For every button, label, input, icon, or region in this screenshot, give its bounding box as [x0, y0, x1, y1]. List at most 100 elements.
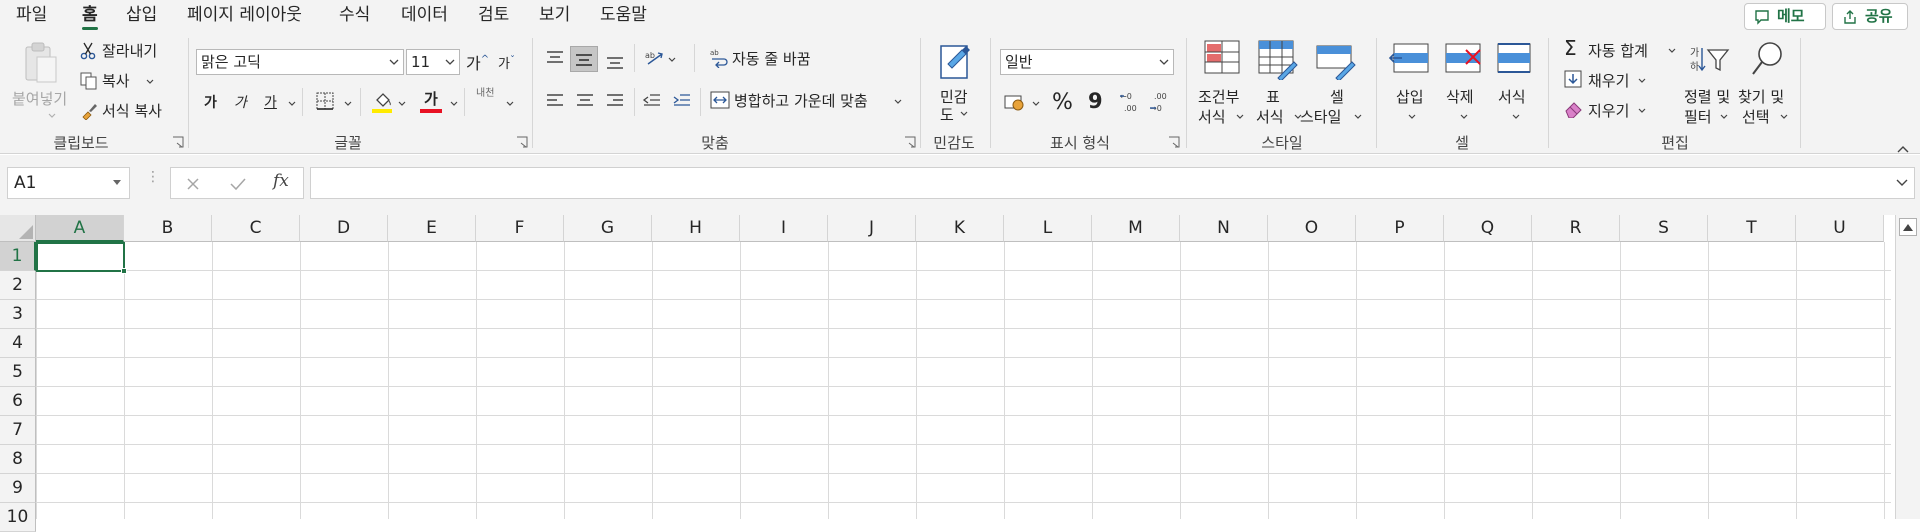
underline-button[interactable]: 가: [264, 92, 277, 112]
chevron-down-icon[interactable]: [288, 100, 296, 108]
chevron-down-icon[interactable]: [344, 100, 352, 108]
column-header-q[interactable]: Q: [1444, 215, 1532, 242]
wrap-text-button[interactable]: ab 자동 줄 바꿈: [708, 46, 828, 70]
paste-button[interactable]: 붙여넣기: [10, 38, 70, 118]
format-painter-button[interactable]: 서식 복사: [80, 100, 172, 122]
align-left-icon[interactable]: [545, 92, 565, 110]
chevron-down-icon[interactable]: [668, 56, 676, 64]
column-header-e[interactable]: E: [388, 215, 476, 242]
row-header-7[interactable]: 7: [0, 416, 36, 445]
column-header-p[interactable]: P: [1356, 215, 1444, 242]
vertical-scrollbar[interactable]: [1895, 215, 1920, 519]
fill-color-icon[interactable]: [372, 90, 394, 114]
chevron-down-icon[interactable]: [1032, 100, 1040, 108]
fill-button[interactable]: 채우기: [1562, 68, 1652, 92]
column-header-s[interactable]: S: [1620, 215, 1708, 242]
column-header-i[interactable]: I: [740, 215, 828, 242]
row-header-8[interactable]: 8: [0, 445, 36, 474]
number-format-combo[interactable]: 일반: [1000, 49, 1174, 75]
row-header-4[interactable]: 4: [0, 329, 36, 358]
italic-button[interactable]: 가: [234, 92, 247, 112]
scroll-up-button[interactable]: [1899, 218, 1917, 236]
fill-handle[interactable]: [121, 268, 127, 274]
row-header-6[interactable]: 6: [0, 387, 36, 416]
insert-cells-button[interactable]: 삽입: [1384, 38, 1438, 128]
row-header-3[interactable]: 3: [0, 300, 36, 329]
chevron-down-icon[interactable]: [506, 100, 514, 108]
align-bottom-icon[interactable]: [605, 52, 625, 70]
copy-button[interactable]: 복사: [80, 70, 162, 92]
increase-indent-icon[interactable]: [672, 92, 692, 110]
format-cells-button[interactable]: 서식: [1492, 38, 1538, 128]
tab-formulas[interactable]: 수식: [339, 0, 370, 32]
share-button[interactable]: 공유: [1832, 3, 1908, 30]
autosum-button[interactable]: Σ 자동 합계: [1562, 36, 1682, 62]
borders-icon[interactable]: [316, 92, 334, 110]
chevron-down-icon[interactable]: [398, 100, 406, 108]
align-middle-button[interactable]: [570, 46, 598, 72]
drag-handle-icon[interactable]: ⋮: [146, 170, 160, 191]
merge-center-button[interactable]: 병합하고 가운데 맞춤: [708, 88, 908, 114]
row-header-2[interactable]: 2: [0, 271, 36, 300]
font-color-button[interactable]: 가: [420, 88, 444, 118]
decrease-decimal-icon[interactable]: .00 →0: [1148, 90, 1172, 114]
formula-input[interactable]: [310, 167, 1915, 199]
chevron-down-icon[interactable]: [450, 100, 458, 108]
column-header-u[interactable]: U: [1796, 215, 1884, 242]
font-size-combo[interactable]: 11: [406, 49, 460, 75]
tab-data[interactable]: 데이터: [401, 0, 448, 32]
increase-font-button[interactable]: 가^: [466, 50, 489, 74]
active-cell[interactable]: [36, 242, 127, 274]
row-header-9[interactable]: 9: [0, 474, 36, 503]
clear-button[interactable]: 지우기: [1562, 98, 1652, 122]
name-box[interactable]: A1: [7, 167, 130, 199]
accounting-format-icon[interactable]: [1004, 92, 1026, 112]
tab-file[interactable]: 파일: [16, 0, 47, 32]
font-name-combo[interactable]: 맑은 고딕: [196, 49, 404, 75]
column-header-m[interactable]: M: [1092, 215, 1180, 242]
align-right-icon[interactable]: [605, 92, 625, 110]
column-header-c[interactable]: C: [212, 215, 300, 242]
decrease-font-button[interactable]: 가ˇ: [498, 53, 515, 72]
orientation-icon[interactable]: ab: [644, 48, 666, 68]
percent-button[interactable]: %: [1052, 90, 1073, 115]
comma-style-button[interactable]: 9: [1088, 89, 1103, 113]
column-header-r[interactable]: R: [1532, 215, 1620, 242]
collapse-ribbon-icon[interactable]: [1896, 144, 1910, 154]
column-header-o[interactable]: O: [1268, 215, 1356, 242]
row-header-1[interactable]: 1: [0, 242, 36, 271]
tab-review[interactable]: 검토: [478, 0, 509, 32]
insert-function-button[interactable]: fx: [273, 171, 289, 191]
align-center-icon[interactable]: [575, 92, 595, 110]
cell-area[interactable]: [36, 242, 1891, 519]
column-header-a[interactable]: A: [36, 215, 124, 242]
increase-decimal-icon[interactable]: ←0 .00: [1118, 90, 1142, 114]
dialog-launcher-icon[interactable]: [1168, 136, 1180, 148]
delete-cells-button[interactable]: 삭제: [1440, 38, 1488, 128]
tab-insert[interactable]: 삽입: [126, 0, 157, 32]
conditional-formatting-button[interactable]: 조건부 서식: [1194, 38, 1252, 128]
column-header-l[interactable]: L: [1004, 215, 1092, 242]
column-header-b[interactable]: B: [124, 215, 212, 242]
cut-button[interactable]: 잘라내기: [80, 40, 168, 62]
column-header-k[interactable]: K: [916, 215, 1004, 242]
column-header-h[interactable]: H: [652, 215, 740, 242]
dialog-launcher-icon[interactable]: [516, 136, 528, 148]
column-header-d[interactable]: D: [300, 215, 388, 242]
bold-button[interactable]: 가: [204, 92, 217, 112]
column-header-t[interactable]: T: [1708, 215, 1796, 242]
column-header-f[interactable]: F: [476, 215, 564, 242]
cell-styles-button[interactable]: 셀 스타일: [1300, 38, 1366, 128]
tab-page-layout[interactable]: 페이지 레이아웃: [187, 0, 302, 32]
decrease-indent-icon[interactable]: [642, 92, 662, 110]
dialog-launcher-icon[interactable]: [172, 136, 184, 148]
expand-formula-bar-icon[interactable]: [1896, 179, 1908, 187]
tab-view[interactable]: 보기: [539, 0, 570, 32]
tab-home[interactable]: 홈: [82, 0, 98, 32]
phonetic-button[interactable]: 내천: [476, 88, 494, 99]
cancel-icon[interactable]: [185, 176, 201, 192]
dialog-launcher-icon[interactable]: [904, 136, 916, 148]
sort-filter-button[interactable]: 가 하 정렬 및 필터: [1680, 38, 1738, 128]
column-header-j[interactable]: J: [828, 215, 916, 242]
memo-button[interactable]: 메모: [1744, 3, 1826, 30]
